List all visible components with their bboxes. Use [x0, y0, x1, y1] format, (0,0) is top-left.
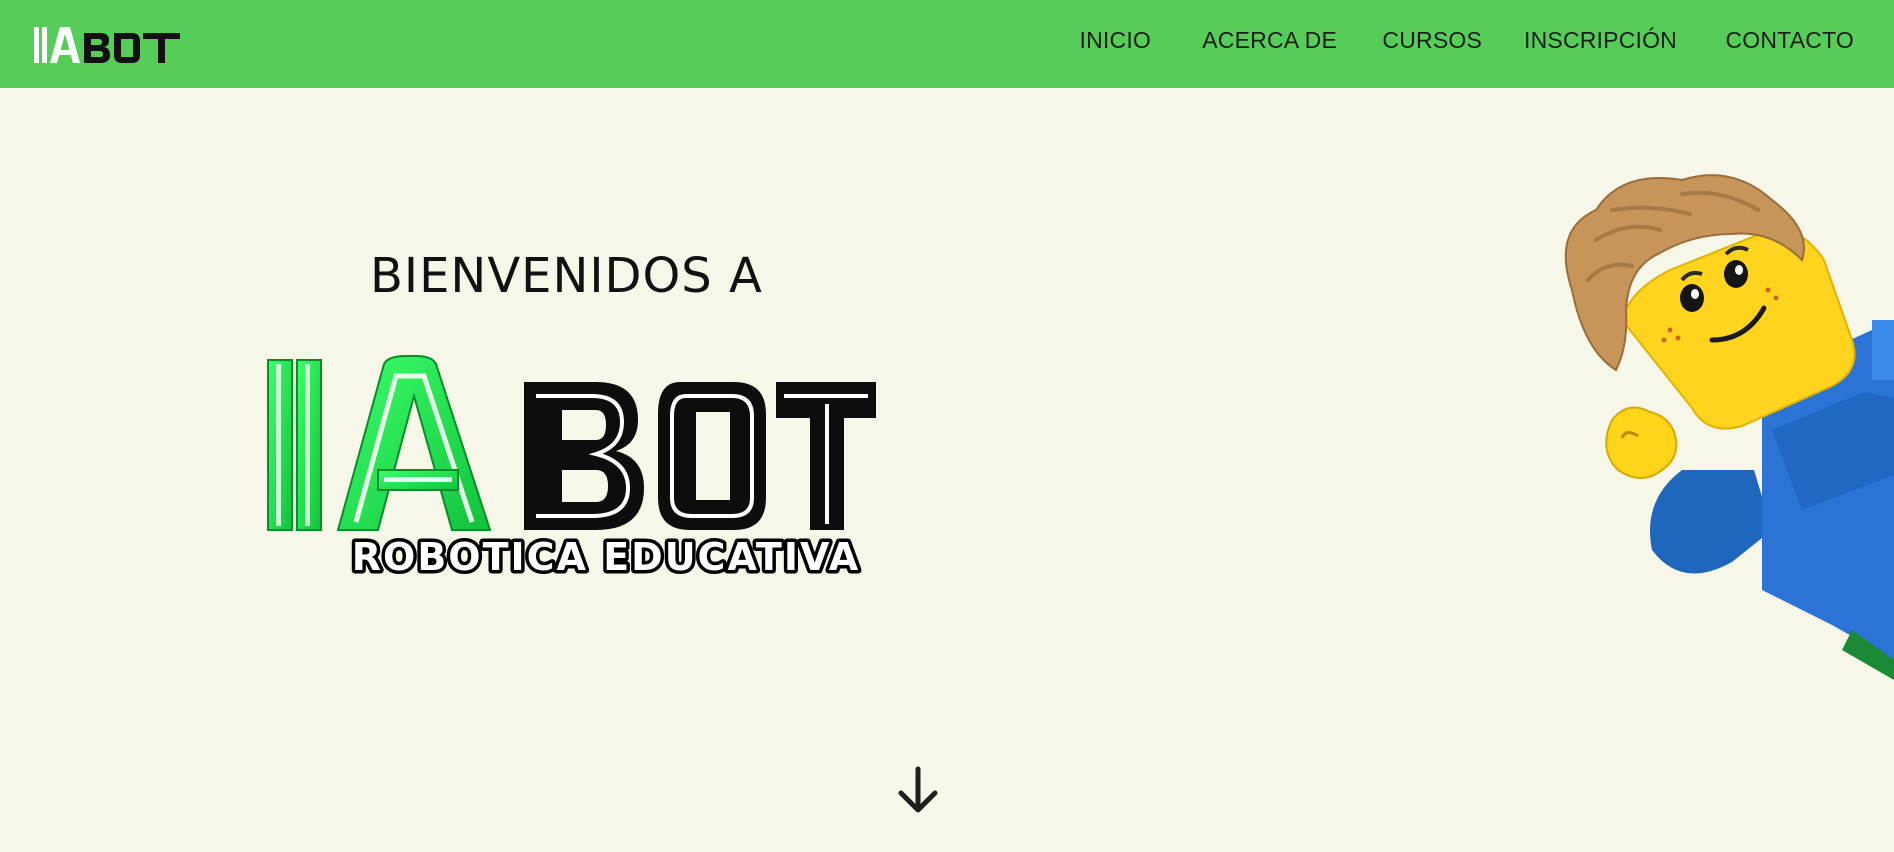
nav-item-inicio[interactable]: INICIO: [1080, 27, 1151, 54]
iabot-logo-small[interactable]: [34, 24, 182, 66]
minifigure-arm: [1605, 406, 1772, 574]
nav-item-cursos[interactable]: CURSOS: [1382, 27, 1482, 54]
logo-letters-bot: [524, 382, 876, 530]
nav-item-acerca-de[interactable]: ACERCA DE: [1202, 27, 1337, 54]
tagline-text: ROBOTICA EDUCATIVA: [352, 535, 860, 576]
nav-item-inscripcion[interactable]: INSCRIPCIÓN: [1524, 27, 1677, 54]
logo-tagline-robotica-educativa: ROBOTICA EDUCATIVA ROBOTICA EDUCATIVA: [348, 532, 861, 577]
top-navbar: INICIO ACERCA DE CURSOS INSCRIPCIÓN CONT…: [0, 0, 1894, 88]
lego-minifigure-illustration: [1564, 174, 1894, 680]
nav-item-contacto[interactable]: CONTACTO: [1725, 27, 1854, 54]
logo-letters: [34, 27, 180, 63]
iabot-logo-large: ROBOTICA EDUCATIVA ROBOTICA EDUCATIVA: [267, 355, 876, 577]
logo-letters-ia: [267, 355, 492, 531]
arrow-down-icon[interactable]: [895, 765, 941, 815]
hero-welcome-heading: BIENVENIDOS A: [370, 248, 763, 304]
